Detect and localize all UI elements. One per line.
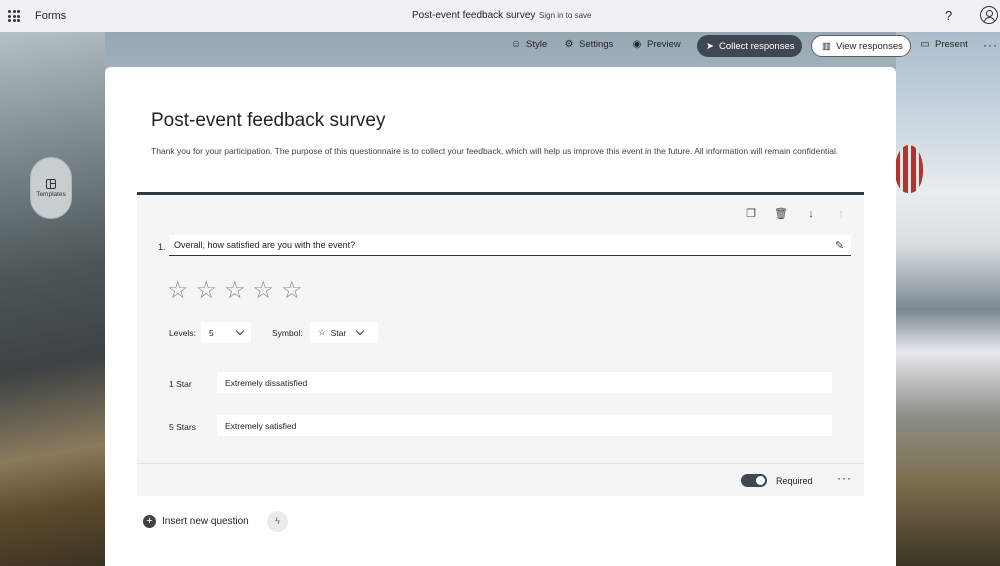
templates-label: Templates xyxy=(36,190,66,198)
add-icon: + xyxy=(143,515,156,528)
gear-icon: ⚙ xyxy=(564,39,574,50)
template-icon xyxy=(46,178,56,189)
view-responses-label: View responses xyxy=(835,40,903,52)
view-responses-button[interactable]: ▥ View responses xyxy=(811,35,911,57)
star-icon[interactable]: ☆ xyxy=(196,279,218,303)
form-description[interactable]: Thank you for your participation. The pu… xyxy=(151,145,841,158)
background-scenery-right xyxy=(896,32,1000,566)
insert-question-button[interactable]: + Insert new question xyxy=(143,515,249,528)
high-level-label: 5 Stars xyxy=(169,422,196,432)
edit-icon[interactable]: ✎ xyxy=(835,239,844,252)
required-toggle[interactable] xyxy=(741,474,767,487)
low-level-label: 1 Star xyxy=(169,379,192,389)
document-title[interactable]: Post-event feedback survey xyxy=(412,10,535,21)
present-label: Present xyxy=(935,39,968,50)
preview-label: Preview xyxy=(647,39,681,50)
collect-responses-label: Collect responses xyxy=(718,40,795,52)
copy-icon[interactable]: ❐ xyxy=(744,207,758,221)
send-icon: ➤ xyxy=(706,40,714,52)
top-bar: Forms Post-event feedback survey Sign in… xyxy=(0,0,1000,32)
collect-responses-button[interactable]: ➤ Collect responses xyxy=(697,35,802,57)
symbol-label: Symbol: xyxy=(272,328,303,338)
star-icon: ☆ xyxy=(318,327,326,337)
question-number: 1. xyxy=(158,242,166,252)
star-icon[interactable]: ☆ xyxy=(281,279,303,303)
levels-label: Levels: xyxy=(169,328,196,338)
eye-icon: ◉ xyxy=(632,39,642,50)
trash-icon[interactable]: 🗑 xyxy=(774,207,788,221)
app-name[interactable]: Forms xyxy=(35,10,66,22)
account-icon[interactable] xyxy=(980,6,998,24)
star-icon[interactable]: ☆ xyxy=(253,279,275,303)
palette-icon: ☺ xyxy=(510,39,522,50)
question-text-input[interactable] xyxy=(169,235,851,256)
templates-button[interactable]: Templates xyxy=(30,157,72,219)
sign-in-link[interactable]: Sign in to save xyxy=(539,11,591,20)
monitor-icon: ▭ xyxy=(920,39,930,50)
question-more-button[interactable]: ··· xyxy=(837,471,852,485)
question-toolbar: ❐ 🗑 ↓ ↑ xyxy=(744,207,848,221)
high-level-input[interactable] xyxy=(217,415,832,436)
arrow-up-icon: ↑ xyxy=(838,208,844,220)
chevron-down-icon xyxy=(235,326,245,336)
hot-air-balloon-image xyxy=(895,145,923,193)
insert-question-label: Insert new question xyxy=(162,516,249,527)
app-launcher-icon[interactable] xyxy=(8,10,20,22)
levels-dropdown[interactable]: 5 xyxy=(201,322,251,343)
star-icon[interactable]: ☆ xyxy=(167,279,189,303)
background-scenery-left xyxy=(0,32,105,566)
required-label: Required xyxy=(776,476,813,486)
low-level-input[interactable] xyxy=(217,372,832,393)
present-button[interactable]: ▭ Present xyxy=(919,39,968,50)
style-button[interactable]: ☺ Style xyxy=(510,39,547,50)
lightning-icon[interactable]: ϟ xyxy=(267,511,288,532)
form-title[interactable]: Post-event feedback survey xyxy=(151,110,385,132)
levels-value: 5 xyxy=(209,327,214,338)
star-icon[interactable]: ☆ xyxy=(224,279,246,303)
bar-chart-icon: ▥ xyxy=(822,40,831,52)
chevron-down-icon xyxy=(355,326,365,336)
form-card: Post-event feedback survey Thank you for… xyxy=(105,67,896,566)
more-options-button[interactable]: ··· xyxy=(983,38,998,52)
preview-button[interactable]: ◉ Preview xyxy=(631,39,681,50)
star-rating-preview: ☆ ☆ ☆ ☆ ☆ xyxy=(167,279,303,303)
symbol-value: Star xyxy=(330,327,347,338)
question-footer: Required ··· xyxy=(137,463,864,499)
settings-label: Settings xyxy=(579,39,614,50)
arrow-down-icon[interactable]: ↓ xyxy=(804,207,818,221)
style-label: Style xyxy=(526,39,548,50)
symbol-dropdown[interactable]: ☆ Star xyxy=(310,322,378,343)
question-card[interactable]: ❐ 🗑 ↓ ↑ 1. ✎ ☆ ☆ ☆ ☆ ☆ Levels: 5 Symbol:… xyxy=(137,192,864,496)
help-icon[interactable]: ? xyxy=(945,8,952,23)
settings-button[interactable]: ⚙ Settings xyxy=(563,39,614,50)
